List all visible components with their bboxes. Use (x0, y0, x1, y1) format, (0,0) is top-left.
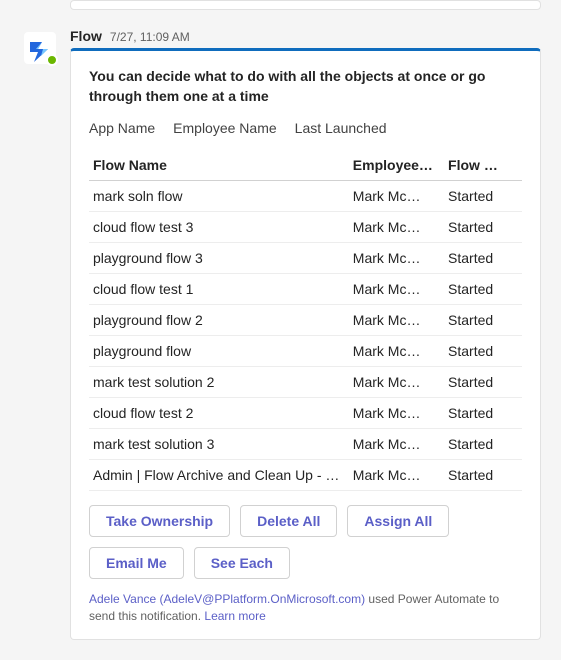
cell-employee: Mark Mc… (349, 398, 444, 429)
cell-status: Started (444, 212, 522, 243)
cell-status: Started (444, 305, 522, 336)
col-employee: Employee… (349, 150, 444, 181)
table-row: cloud flow test 3Mark Mc…Started (89, 212, 522, 243)
cell-flow-name: cloud flow test 1 (89, 274, 349, 305)
cell-flow-name: cloud flow test 3 (89, 212, 349, 243)
meta-label-employee-name: Employee Name (173, 120, 277, 136)
meta-label-last-launched: Last Launched (295, 120, 387, 136)
cell-employee: Mark Mc… (349, 336, 444, 367)
table-row: mark test solution 3Mark Mc…Started (89, 429, 522, 460)
cell-flow-name: playground flow 3 (89, 243, 349, 274)
cell-status: Started (444, 429, 522, 460)
cell-flow-name: mark soln flow (89, 181, 349, 212)
table-row: cloud flow test 1Mark Mc…Started (89, 274, 522, 305)
message-container: Flow 7/27, 11:09 AM You can decide what … (0, 20, 561, 660)
table-row: mark soln flowMark Mc…Started (89, 181, 522, 212)
flows-table: Flow Name Employee… Flow … mark soln flo… (89, 150, 522, 491)
table-row: playground flow 3Mark Mc…Started (89, 243, 522, 274)
cell-flow-name: Admin | Flow Archive and Clean Up - Chec… (89, 460, 349, 491)
cell-flow-name: cloud flow test 2 (89, 398, 349, 429)
sender-name: Flow (70, 28, 102, 44)
cell-status: Started (444, 243, 522, 274)
card-actions: Take Ownership Delete All Assign All Ema… (89, 505, 522, 579)
table-row: playground flow 2Mark Mc…Started (89, 305, 522, 336)
take-ownership-button[interactable]: Take Ownership (89, 505, 230, 537)
card-footer: Adele Vance (AdeleV@PPlatform.OnMicrosof… (89, 591, 522, 625)
col-flow-name: Flow Name (89, 150, 349, 181)
email-me-button[interactable]: Email Me (89, 547, 184, 579)
message-header: Flow 7/27, 11:09 AM (70, 26, 541, 48)
avatar-wrap (20, 26, 60, 64)
col-flow-status: Flow … (444, 150, 522, 181)
assign-all-button[interactable]: Assign All (347, 505, 449, 537)
cell-flow-name: mark test solution 3 (89, 429, 349, 460)
cell-employee: Mark Mc… (349, 274, 444, 305)
card-meta-row: App Name Employee Name Last Launched (89, 120, 522, 136)
see-each-button[interactable]: See Each (194, 547, 290, 579)
presence-available-icon (46, 54, 58, 66)
cell-employee: Mark Mc… (349, 367, 444, 398)
table-row: mark test solution 2Mark Mc…Started (89, 367, 522, 398)
table-row: Admin | Flow Archive and Clean Up - Chec… (89, 460, 522, 491)
cell-employee: Mark Mc… (349, 429, 444, 460)
cell-employee: Mark Mc… (349, 181, 444, 212)
adaptive-card: You can decide what to do with all the o… (70, 48, 541, 640)
meta-label-app-name: App Name (89, 120, 155, 136)
table-row: playground flowMark Mc…Started (89, 336, 522, 367)
cell-flow-name: playground flow 2 (89, 305, 349, 336)
cell-status: Started (444, 274, 522, 305)
cell-status: Started (444, 181, 522, 212)
table-header-row: Flow Name Employee… Flow … (89, 150, 522, 181)
learn-more-link[interactable]: Learn more (204, 609, 265, 623)
previous-message-card-edge (70, 0, 541, 10)
cell-status: Started (444, 336, 522, 367)
card-title: You can decide what to do with all the o… (89, 67, 522, 106)
delete-all-button[interactable]: Delete All (240, 505, 337, 537)
cell-employee: Mark Mc… (349, 305, 444, 336)
cell-status: Started (444, 398, 522, 429)
cell-flow-name: mark test solution 2 (89, 367, 349, 398)
table-row: cloud flow test 2Mark Mc…Started (89, 398, 522, 429)
message-timestamp: 7/27, 11:09 AM (110, 30, 190, 44)
cell-employee: Mark Mc… (349, 243, 444, 274)
message-content: Flow 7/27, 11:09 AM You can decide what … (60, 26, 541, 640)
cell-employee: Mark Mc… (349, 212, 444, 243)
cell-status: Started (444, 460, 522, 491)
cell-flow-name: playground flow (89, 336, 349, 367)
sender-identity-link[interactable]: Adele Vance (AdeleV@PPlatform.OnMicrosof… (89, 592, 365, 606)
cell-employee: Mark Mc… (349, 460, 444, 491)
cell-status: Started (444, 367, 522, 398)
